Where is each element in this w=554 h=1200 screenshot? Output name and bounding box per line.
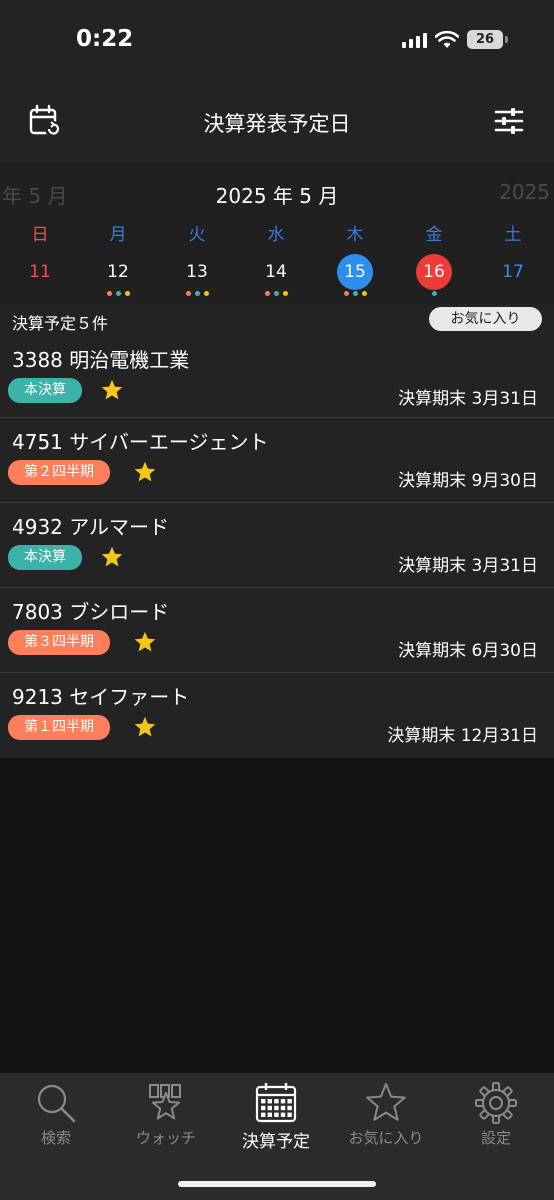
favorite-star-icon[interactable] [100,378,124,402]
event-dot [431,291,437,296]
event-dot [124,291,130,296]
calendar-day[interactable]: 17 [488,254,538,297]
cellular-signal-icon [402,32,427,48]
star-icon [366,1083,406,1121]
tab-calendar[interactable]: 決算予定 [221,1073,331,1153]
favorite-star-icon[interactable] [100,545,124,569]
search-icon [37,1084,76,1123]
event-dot [343,291,349,296]
tab-search[interactable]: 検索 [1,1073,111,1153]
calendar-day[interactable]: 16 [409,254,459,297]
event-dot [282,291,288,296]
earnings-type-badge: 第３四半期 [8,630,110,655]
favorite-star-icon[interactable] [133,630,157,654]
battery-indicator: 26 [467,30,503,49]
weekday-label: 火 [188,225,206,245]
day-number: 17 [502,262,524,282]
earnings-type-badge: 第１四半期 [8,715,110,740]
fiscal-period-end: 決算期末 3月31日 [398,389,538,409]
status-icons: 26 [402,30,508,49]
day-number: 15 [337,254,373,290]
event-dot [106,291,112,296]
calendar-day[interactable]: 13 [172,254,222,297]
event-dots [93,291,143,297]
filter-settings-icon[interactable] [494,106,524,136]
calendar-day[interactable]: 15 [330,254,380,297]
day-number: 13 [186,262,208,282]
event-dot [273,291,279,296]
earnings-list: 3388 明治電機工業 本決算 決算期末 3月31日 4751 サイバーエージェント第… [0,336,554,758]
event-dots [330,291,380,297]
page-title: 決算発表予定日 [203,112,351,136]
tab-label: 設定 [480,1129,511,1147]
watch-icon [149,1084,181,1120]
list-item[interactable]: 7803 ブシロード第３四半期 決算期末 6月30日 [0,588,554,673]
calendar-icon [255,1083,297,1123]
gear-icon [475,1082,517,1124]
event-dot [115,291,121,296]
day-number: 11 [29,262,51,282]
company-name: 7803 ブシロード [12,600,170,624]
event-dots [172,291,222,297]
event-dots [409,291,459,297]
event-dot [185,291,191,296]
weekday-label: 土 [504,225,522,245]
favorites-filter-button[interactable]: お気に入り [429,307,542,331]
weekday-label: 日 [31,225,49,245]
wifi-icon [435,30,459,48]
list-header: 決算予定５件 お気に入り [0,304,554,336]
fiscal-period-end: 決算期末 3月31日 [398,556,538,576]
weekday-label: 水 [267,225,285,245]
day-number: 12 [107,262,129,282]
calendar-day[interactable]: 12 [93,254,143,297]
list-item[interactable]: 4932 アルマード本決算 決算期末 3月31日 [0,503,554,588]
status-time: 0:22 [76,26,134,52]
battery-tip [505,36,508,43]
earnings-type-badge: 本決算 [8,545,82,570]
earnings-type-badge: 第２四半期 [8,460,110,485]
day-number: 16 [416,254,452,290]
tab-label: ウォッチ [135,1129,196,1147]
tab-label: 検索 [40,1129,71,1147]
scheduled-count: 決算予定５件 [12,314,109,333]
list-item[interactable]: 4751 サイバーエージェント第２四半期 決算期末 9月30日 [0,418,554,503]
calendar-day[interactable]: 14 [251,254,301,297]
tab-label: 決算予定 [242,1132,310,1152]
next-month-label[interactable]: 2025 [499,180,550,204]
event-dot [361,291,367,296]
event-dot [352,291,358,296]
navigation-bar: 決算発表予定日 [0,80,554,162]
favorite-star-icon[interactable] [133,715,157,739]
calendar-day[interactable]: 11 [15,254,65,297]
tab-gear[interactable]: 設定 [441,1073,551,1153]
event-dot [203,291,209,296]
event-dot [194,291,200,296]
company-name: 4932 アルマード [12,515,170,539]
status-bar: 0:22 26 [0,0,554,80]
event-dots [488,291,538,297]
company-name: 4751 サイバーエージェント [12,430,269,454]
list-item[interactable]: 3388 明治電機工業本決算 決算期末 3月31日 [0,336,554,418]
home-indicator [178,1181,376,1187]
tab-star[interactable]: お気に入り [331,1073,441,1153]
list-item[interactable]: 9213 セイファート第１四半期 決算期末 12月31日 [0,673,554,758]
fiscal-period-end: 決算期末 12月31日 [387,726,538,746]
current-month-label: 2025 年 5 月 [215,184,339,208]
week-calendar[interactable]: 年 5 月 2025 年 5 月 2025 日月火水木金土 11 12 13 14 15… [0,162,554,304]
tab-label: お気に入り [348,1129,424,1147]
company-name: 9213 セイファート [12,685,190,709]
company-name: 3388 明治電機工業 [12,348,190,372]
favorite-star-icon[interactable] [133,460,157,484]
tab-watch[interactable]: ウォッチ [111,1073,221,1153]
weekday-label: 月 [109,225,127,245]
earnings-type-badge: 本決算 [8,378,82,403]
fiscal-period-end: 決算期末 6月30日 [398,641,538,661]
day-number: 14 [265,262,287,282]
fiscal-period-end: 決算期末 9月30日 [398,471,538,491]
event-dots [251,291,301,297]
weekday-label: 金 [425,225,443,245]
event-dots [15,291,65,297]
weekday-label: 木 [346,225,364,245]
event-dot [264,291,270,296]
